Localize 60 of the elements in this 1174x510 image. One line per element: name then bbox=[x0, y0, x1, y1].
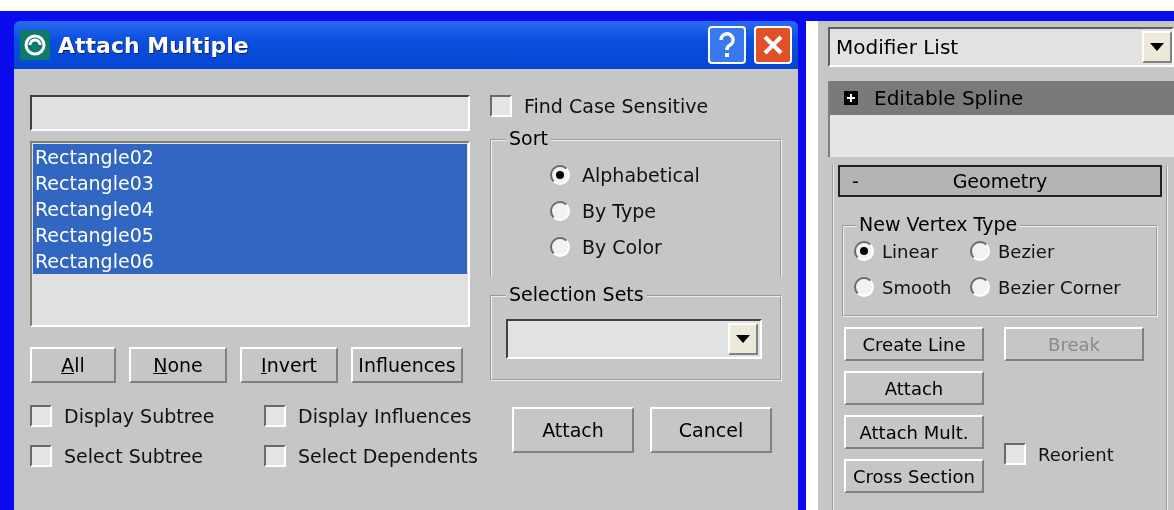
radio-button[interactable] bbox=[550, 201, 570, 221]
checkbox-label: Reorient bbox=[1038, 443, 1114, 465]
help-icon bbox=[718, 32, 736, 58]
plus-icon bbox=[844, 91, 858, 105]
checkbox-label: Display Subtree bbox=[64, 405, 215, 427]
radio-button[interactable] bbox=[970, 241, 990, 261]
checkbox-label: Select Subtree bbox=[64, 445, 204, 467]
radio-label: Bezier Corner bbox=[998, 276, 1121, 298]
rollout-header[interactable]: - Geometry bbox=[838, 165, 1162, 197]
dropdown-button[interactable] bbox=[1142, 31, 1172, 63]
checkbox-label: Display Influences bbox=[298, 405, 472, 427]
list-item[interactable]: Rectangle03 bbox=[33, 170, 467, 196]
window-title: Attach Multiple bbox=[58, 32, 250, 58]
radio-label: By Type bbox=[582, 200, 656, 222]
close-icon bbox=[762, 34, 784, 56]
radio-button[interactable] bbox=[854, 241, 874, 261]
dropdown-button[interactable] bbox=[728, 323, 758, 355]
selection-sets-dropdown[interactable] bbox=[506, 319, 762, 359]
checkbox[interactable] bbox=[1004, 443, 1026, 465]
list-button[interactable]: Influences bbox=[351, 347, 463, 383]
app-icon bbox=[20, 30, 50, 60]
dialog-button[interactable]: Attach bbox=[512, 407, 634, 453]
stack-item[interactable]: Editable Spline bbox=[830, 81, 1174, 115]
radio-button[interactable] bbox=[854, 277, 874, 297]
modifier-list-dropdown[interactable]: Modifier List bbox=[828, 27, 1174, 67]
collapse-sign: - bbox=[851, 170, 860, 192]
radio-button[interactable] bbox=[550, 237, 570, 257]
close-button[interactable] bbox=[754, 26, 792, 64]
radio-label: Smooth bbox=[882, 276, 952, 298]
checkbox[interactable] bbox=[30, 445, 52, 467]
radio-label: By Color bbox=[582, 236, 662, 258]
list-button[interactable]: None bbox=[129, 347, 227, 383]
rollout-title: Geometry bbox=[951, 170, 1049, 192]
radio-label: Linear bbox=[882, 240, 938, 262]
radio-label: Alphabetical bbox=[582, 164, 700, 186]
radio-label: Bezier bbox=[998, 240, 1055, 262]
list-item[interactable]: Rectangle06 bbox=[33, 248, 467, 274]
dropdown-value: Modifier List bbox=[836, 35, 959, 59]
checkbox-label: Find Case Sensitive bbox=[524, 95, 709, 117]
radio-button[interactable] bbox=[550, 165, 570, 185]
list-button[interactable]: Invert bbox=[240, 347, 338, 383]
list-item[interactable]: Rectangle05 bbox=[33, 222, 467, 248]
checkbox[interactable] bbox=[490, 95, 512, 117]
tool-button[interactable]: Attach Mult. bbox=[844, 415, 984, 449]
checkbox[interactable] bbox=[30, 405, 52, 427]
search-field[interactable] bbox=[30, 95, 470, 131]
tool-button[interactable]: Attach bbox=[844, 371, 984, 405]
list-item[interactable]: Rectangle04 bbox=[33, 196, 467, 222]
checkbox[interactable] bbox=[264, 405, 286, 427]
tool-button[interactable]: Create Line bbox=[844, 327, 984, 361]
dialog-button[interactable]: Cancel bbox=[650, 407, 772, 453]
checkbox-label: Select Dependents bbox=[298, 445, 478, 467]
radio-button[interactable] bbox=[970, 277, 990, 297]
list-button[interactable]: All bbox=[30, 347, 116, 383]
list-item[interactable]: Rectangle02 bbox=[33, 144, 467, 170]
help-button[interactable] bbox=[708, 26, 746, 64]
caret-icon bbox=[1150, 43, 1164, 51]
tool-button[interactable]: Cross Section bbox=[844, 459, 984, 493]
checkbox[interactable] bbox=[264, 445, 286, 467]
caret-icon bbox=[736, 335, 750, 343]
